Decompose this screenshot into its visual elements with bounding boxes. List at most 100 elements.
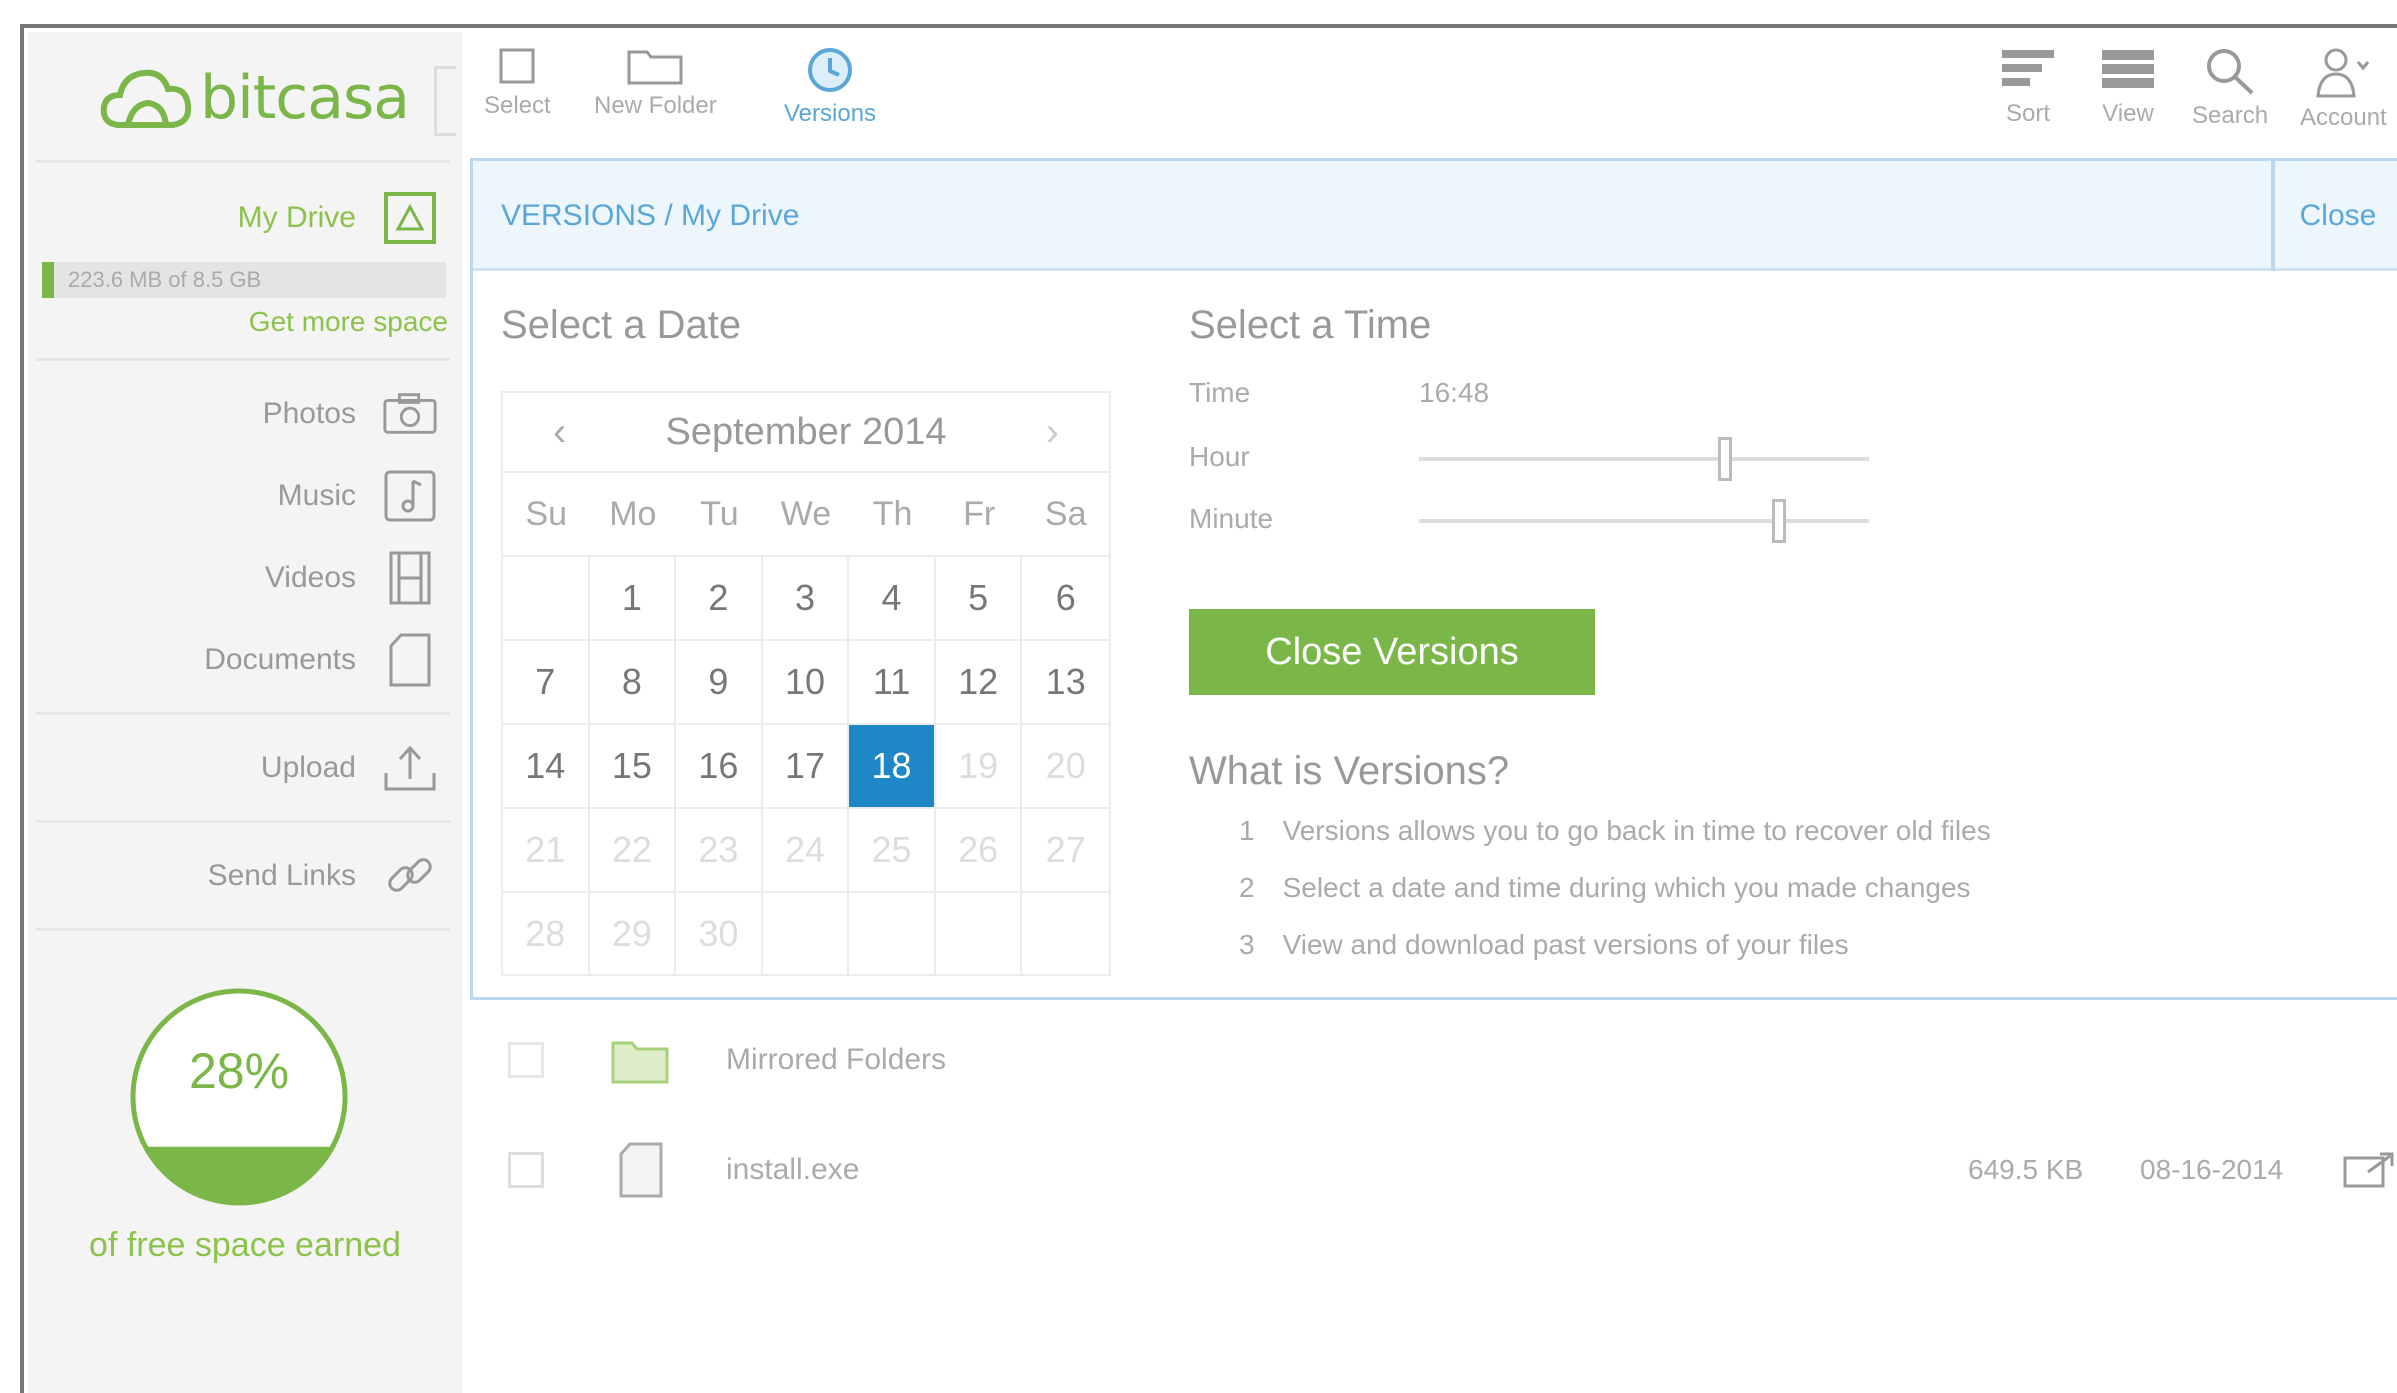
sidebar-item-label: Documents: [204, 643, 356, 676]
app-window: bitcasa My Drive 223.6 MB of 8.5 GB Get …: [20, 24, 2397, 1393]
view-label: View: [2102, 100, 2154, 127]
calendar-day-empty: [935, 891, 1023, 975]
divider: [36, 928, 450, 931]
calendar-day[interactable]: 6: [1022, 555, 1109, 639]
bitcasa-logo[interactable]: bitcasa: [98, 58, 410, 138]
step-number: 1: [1239, 815, 1255, 846]
step-item: 2 Select a date and time during which yo…: [1239, 872, 1991, 929]
sidebar-item-my-drive[interactable]: My Drive: [238, 190, 438, 246]
weekday-label: Th: [872, 494, 913, 533]
divider: [36, 820, 450, 823]
calendar-day[interactable]: 11: [849, 639, 936, 723]
search-button[interactable]: Search: [2192, 46, 2268, 130]
calendar-day[interactable]: 15: [589, 723, 677, 807]
music-icon: [382, 468, 438, 524]
sidebar-item-documents[interactable]: Documents: [204, 632, 438, 688]
calendar-day-empty: [849, 891, 936, 975]
brand-name: bitcasa: [200, 63, 410, 133]
calendar-day[interactable]: 3: [762, 555, 850, 639]
calendar-day[interactable]: 16: [676, 723, 763, 807]
minute-slider-handle[interactable]: [1772, 499, 1786, 543]
storage-usage-text: 223.6 MB of 8.5 GB: [68, 267, 262, 292]
sidebar-item-label: Videos: [264, 561, 356, 594]
calendar-day-disabled: 20: [1022, 723, 1109, 807]
calendar-day[interactable]: 1: [589, 555, 677, 639]
file-row[interactable]: Mirrored Folders: [470, 1010, 2397, 1110]
earned-caption: of free space earned: [89, 1226, 401, 1264]
select-button[interactable]: Select: [484, 46, 551, 120]
hour-slider-handle[interactable]: [1718, 437, 1732, 481]
drive-icon: [382, 190, 438, 246]
step-number: 3: [1239, 929, 1255, 960]
versions-label: Versions: [784, 100, 877, 127]
film-icon: [382, 550, 438, 606]
file-name[interactable]: install.exe: [726, 1153, 859, 1187]
calendar-day[interactable]: 8: [589, 639, 677, 723]
hour-slider[interactable]: [1419, 437, 1869, 481]
sidebar-item-photos[interactable]: Photos: [263, 386, 438, 442]
calendar-day[interactable]: 12: [935, 639, 1023, 723]
clock-icon: [808, 48, 853, 92]
calendar-day[interactable]: 17: [762, 723, 850, 807]
prev-month-button[interactable]: ‹: [553, 410, 566, 455]
account-button[interactable]: Account: [2300, 46, 2387, 132]
calendar-day[interactable]: 9: [676, 639, 763, 723]
calendar-day[interactable]: 14: [503, 723, 590, 807]
sort-label: Sort: [2005, 100, 2050, 127]
calendar-day-disabled: 30: [676, 891, 763, 975]
select-label: Select: [484, 92, 551, 119]
calendar-day[interactable]: 13: [1022, 639, 1109, 723]
close-button[interactable]: Close: [2271, 161, 2397, 271]
sidebar-item-label: My Drive: [237, 201, 356, 234]
row-checkbox[interactable]: [508, 1152, 544, 1188]
weekday-label: We: [780, 494, 832, 533]
close-versions-button[interactable]: Close Versions: [1189, 609, 1595, 695]
sidebar-item-label: Photos: [262, 397, 356, 430]
calendar-day[interactable]: 4: [849, 555, 936, 639]
file-name[interactable]: Mirrored Folders: [726, 1043, 946, 1077]
versions-button[interactable]: Versions: [784, 46, 876, 128]
breadcrumb[interactable]: VERSIONS / My Drive: [501, 199, 799, 233]
sidebar-collapse-tab[interactable]: [434, 66, 456, 136]
sort-icon: [2002, 50, 2054, 86]
versions-panel: VERSIONS / My Drive Close Select a Date …: [470, 158, 2397, 1000]
next-month-button[interactable]: ›: [1046, 410, 1059, 455]
minute-label: Minute: [1189, 503, 1274, 534]
get-more-space-link[interactable]: Get more space: [249, 306, 448, 338]
send-links-button[interactable]: Send Links: [208, 848, 438, 904]
step-text: Select a date and time during which you …: [1282, 872, 1971, 903]
calendar-day[interactable]: 2: [676, 555, 763, 639]
hour-label: Hour: [1189, 441, 1250, 472]
calendar-day[interactable]: 7: [503, 639, 590, 723]
file-icon: [619, 1142, 663, 1198]
calendar-day-empty: [503, 555, 590, 639]
weekday-label: Fr: [963, 494, 996, 533]
weekday-label: Sa: [1044, 494, 1087, 533]
calendar-day[interactable]: 10: [762, 639, 850, 723]
earned-percent: 28%: [188, 1043, 290, 1099]
sidebar-item-videos[interactable]: Videos: [265, 550, 438, 606]
what-is-versions-title: What is Versions?: [1189, 749, 1510, 793]
minute-slider[interactable]: [1419, 499, 1869, 543]
view-button[interactable]: View: [2100, 46, 2156, 128]
file-row[interactable]: install.exe 649.5 KB 08-16-2014: [470, 1120, 2397, 1220]
upload-icon: [382, 740, 438, 796]
step-text: View and download past versions of your …: [1282, 929, 1849, 960]
calendar-day-disabled: 27: [1022, 807, 1109, 891]
row-checkbox[interactable]: [508, 1042, 544, 1078]
step-number: 2: [1239, 872, 1255, 903]
storage-usage-bar: 223.6 MB of 8.5 GB: [42, 262, 446, 298]
file-date: 08-16-2014: [2140, 1154, 2284, 1185]
weekday-label: Su: [525, 494, 568, 533]
share-icon[interactable]: [2342, 1150, 2397, 1190]
upload-button[interactable]: Upload: [261, 740, 438, 796]
sidebar-item-music[interactable]: Music: [278, 468, 438, 524]
calendar-day-disabled: 29: [589, 891, 677, 975]
document-icon: [382, 632, 438, 688]
calendar-day-selected[interactable]: 18: [849, 723, 936, 807]
weekday-label: Tu: [700, 494, 739, 533]
new-folder-button[interactable]: New Folder: [594, 46, 717, 120]
calendar-day[interactable]: 5: [935, 555, 1023, 639]
versions-header: VERSIONS / My Drive Close: [473, 161, 2397, 271]
sort-button[interactable]: Sort: [2000, 46, 2056, 128]
